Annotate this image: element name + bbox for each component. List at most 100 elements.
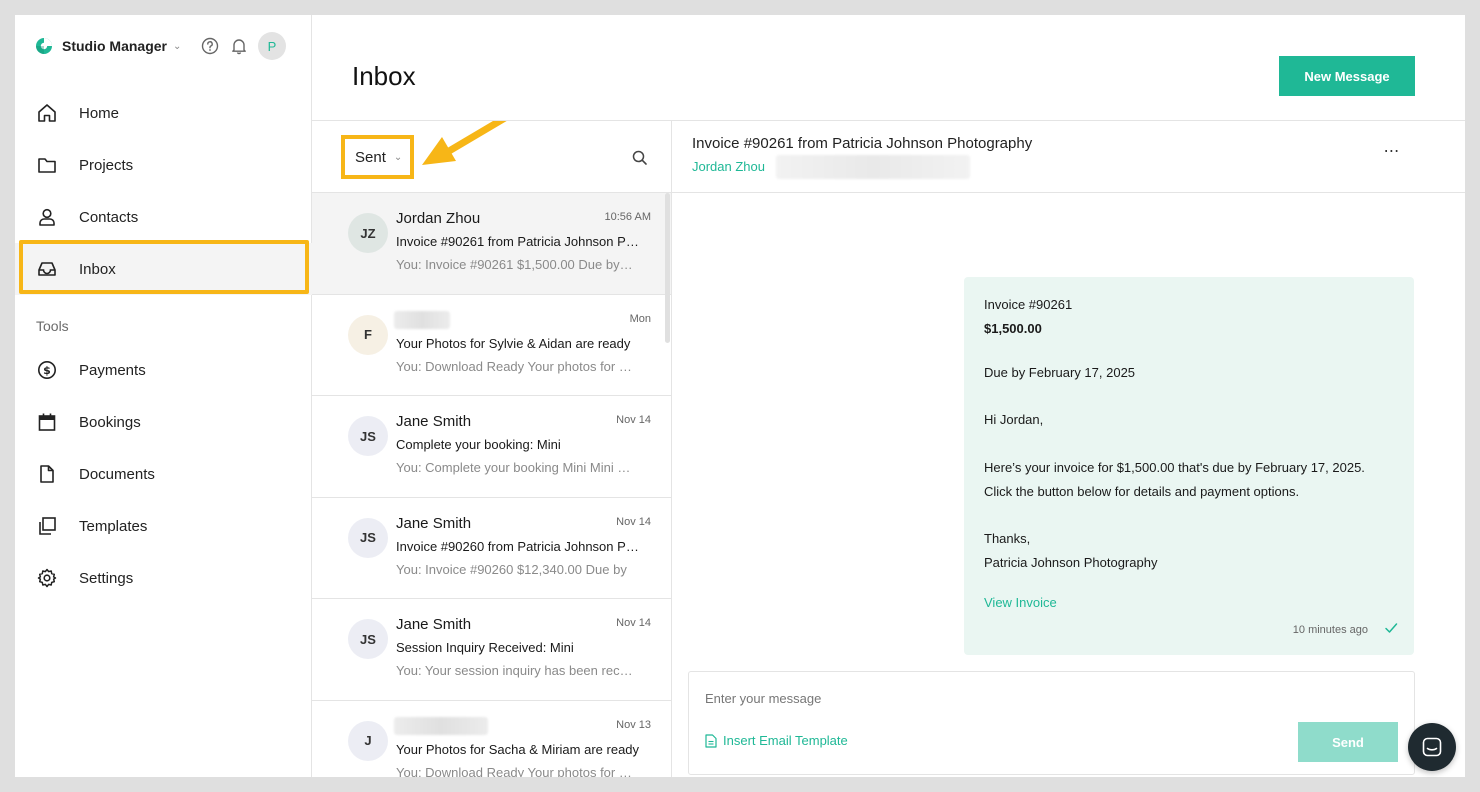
user-avatar[interactable]: P: [258, 32, 286, 60]
nav-item-inbox[interactable]: Inbox: [15, 243, 312, 295]
thread-preview: You: Complete your booking Mini Mini ses…: [396, 460, 636, 475]
nav-label: Projects: [79, 156, 134, 174]
thread-subject: Session Inquiry Received: Mini: [396, 640, 574, 655]
nav-label: Documents: [79, 465, 155, 483]
document-icon: [705, 733, 717, 748]
chat-icon: [1422, 737, 1442, 757]
nav-item-contacts[interactable]: Contacts: [15, 191, 312, 243]
home-icon: [36, 102, 58, 124]
thread-item[interactable]: JS Jane Smith Nov 14 Session Inquiry Rec…: [312, 599, 671, 701]
filter-bar: Sent ⌄: [312, 121, 671, 193]
contact-avatar: J: [348, 720, 388, 761]
contact-avatar: JS: [348, 619, 388, 659]
more-options-icon[interactable]: ⋯: [1381, 144, 1403, 163]
filter-selected-value: Sent: [355, 148, 386, 166]
main-content: Inbox New Message Sent ⌄ JZ Jordan Zhou …: [312, 15, 1465, 777]
contact-avatar: JS: [348, 517, 388, 558]
new-message-button[interactable]: New Message: [1279, 56, 1415, 96]
nav-item-projects[interactable]: Projects: [15, 139, 312, 191]
thread-contact-name: Jane Smith: [396, 616, 472, 633]
sidebar: Studio Manager ⌄ P Home Projects Contact…: [15, 15, 312, 777]
inbox-icon: [36, 258, 58, 280]
nav-item-settings[interactable]: Settings: [15, 552, 312, 604]
scrollbar-thumb[interactable]: [665, 193, 670, 343]
help-icon[interactable]: [200, 36, 220, 56]
message-composer: Insert Email Template Send: [688, 671, 1415, 775]
thread-preview: You: Invoice #90260 $12,340.00 Due by: [396, 561, 627, 577]
nav-item-bookings[interactable]: Bookings: [15, 396, 312, 448]
send-button[interactable]: Send: [1298, 722, 1398, 762]
thread-contact-name: Jordan Zhou: [396, 210, 481, 227]
thread-list: JZ Jordan Zhou 10:56 AM Invoice #90261 f…: [312, 193, 671, 777]
thread-preview: You: Invoice #90261 $1,500.00 Due by Feb…: [396, 257, 636, 272]
redacted-recipient-email: [776, 155, 970, 179]
thread-contact-name: Jane Smith: [396, 514, 472, 532]
contact-avatar: F: [348, 314, 388, 355]
view-invoice-link[interactable]: View Invoice: [984, 595, 1057, 610]
insert-template-label: Insert Email Template: [723, 733, 848, 748]
insert-email-template-button[interactable]: Insert Email Template: [705, 733, 848, 748]
thread-item[interactable]: J Nov 13 Your Photos for Sacha & Miriam …: [312, 700, 671, 778]
conversation-title: Invoice #90261 from Patricia Johnson Pho…: [692, 135, 1033, 152]
contact-avatar: JS: [348, 416, 388, 456]
conversation-header: Invoice #90261 from Patricia Johnson Pho…: [672, 121, 1465, 193]
thread-contact-name: Jane Smith: [396, 413, 472, 430]
redacted-contact-name: [394, 310, 450, 329]
thread-item[interactable]: JS Jane Smith Nov 14 Invoice #90260 from…: [312, 497, 671, 599]
tools-nav: $ Payments Bookings Documents Templates …: [15, 344, 312, 604]
message-input[interactable]: [705, 688, 1305, 708]
nav-item-templates[interactable]: Templates: [15, 500, 312, 552]
nav-label: Contacts: [79, 208, 139, 226]
calendar-icon: [36, 411, 58, 433]
nav-label: Templates: [79, 517, 148, 535]
thread-time: 10:56 AM: [604, 211, 651, 223]
document-icon: [36, 463, 58, 485]
nav-label: Settings: [79, 569, 134, 587]
app-window: Studio Manager ⌄ P Home Projects Contact…: [15, 15, 1465, 777]
nav-item-documents[interactable]: Documents: [15, 448, 312, 500]
nav-item-payments[interactable]: $ Payments: [15, 344, 312, 396]
nav-label: Bookings: [79, 413, 141, 431]
thread-subject: Complete your booking: Mini: [396, 437, 561, 452]
search-icon[interactable]: [630, 148, 650, 168]
bell-icon[interactable]: [229, 36, 249, 56]
message-invoice-number: Invoice #90261: [984, 297, 1073, 312]
svg-text:$: $: [43, 364, 51, 377]
message-body-line: Click the button below for details and p…: [984, 484, 1300, 499]
checkmark-icon: [1385, 623, 1398, 633]
message-signature: Patricia Johnson Photography: [984, 555, 1158, 570]
message-signoff: Thanks,: [984, 531, 1031, 546]
tools-section-label: Tools: [36, 318, 69, 334]
templates-icon: [36, 515, 58, 537]
thread-preview: You: Download Ready Your photos for Sach…: [396, 764, 636, 778]
thread-preview: You: Download Ready Your photos for Sylv…: [396, 358, 636, 374]
nav-item-home[interactable]: Home: [15, 87, 312, 139]
dollar-icon: $: [36, 359, 58, 381]
redacted-contact-name: [394, 716, 488, 735]
message-bubble: Invoice #90261 $1,500.00 Due by February…: [964, 277, 1414, 655]
chevron-down-icon: ⌄: [173, 40, 182, 52]
conversation-pane: Invoice #90261 from Patricia Johnson Pho…: [672, 121, 1465, 777]
thread-subject: Your Photos for Sacha & Miriam are ready: [396, 741, 640, 757]
recipient-name-link[interactable]: Jordan Zhou: [692, 159, 765, 174]
thread-item[interactable]: F Mon Your Photos for Sylvie & Aidan are…: [312, 294, 671, 396]
nav-label: Payments: [79, 361, 146, 379]
thread-time: Nov 13: [616, 718, 651, 731]
thread-item[interactable]: JS Jane Smith Nov 14 Complete your booki…: [312, 396, 671, 498]
message-body-line: Here’s your invoice for $1,500.00 that's…: [984, 460, 1365, 475]
support-chat-launcher[interactable]: [1408, 723, 1456, 771]
workspace-switcher[interactable]: Studio Manager ⌄: [35, 35, 181, 57]
message-due-date: Due by February 17, 2025: [984, 365, 1136, 380]
brand-logo-icon: [36, 38, 52, 54]
thread-time: Mon: [629, 312, 651, 325]
nav-label: Inbox: [79, 260, 116, 278]
thread-item[interactable]: JZ Jordan Zhou 10:56 AM Invoice #90261 f…: [312, 193, 671, 295]
message-greeting: Hi Jordan,: [984, 412, 1044, 427]
message-timestamp: 10 minutes ago: [1292, 624, 1368, 636]
mailbox-filter-dropdown[interactable]: Sent ⌄: [341, 135, 414, 179]
contact-avatar: JZ: [348, 213, 388, 253]
top-utility-icons: P: [200, 32, 286, 60]
thread-time: Nov 14: [616, 617, 651, 629]
message-amount: $1,500.00: [984, 321, 1042, 336]
folder-icon: [36, 154, 58, 176]
